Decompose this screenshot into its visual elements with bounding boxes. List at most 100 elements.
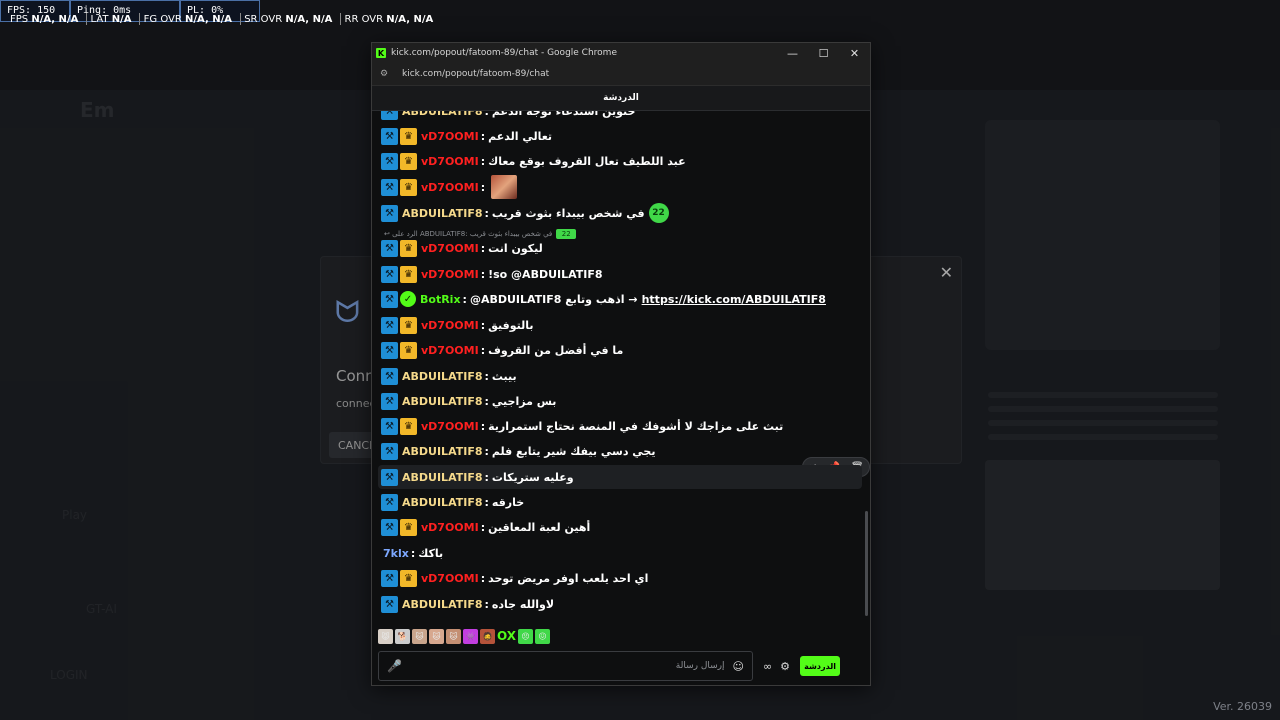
moderator-badge-icon: ⚒ [381,367,398,385]
chat-message[interactable]: ⚒ ♛ vD7OOMI: ما في أفضل من القروف [378,338,862,362]
site-settings-icon[interactable]: ⚙ [378,68,390,80]
chat-message-text: أهين لعبة المعاقين [488,520,591,534]
chat-message[interactable]: ⚒ ♛ vD7OOMI: عبد اللطيف تعال القروف بوقع مع… [378,149,862,173]
quick-emote[interactable]: 😖 [535,628,551,644]
crown-badge-icon: ♛ [400,341,417,359]
settings-gear-icon[interactable]: ⚙ [780,660,790,673]
chat-message-text: وعليه ستريكات [491,470,574,484]
username-separator: : [484,369,489,383]
hud-stat-value: N/A [111,14,132,25]
chat-username[interactable]: 7klx [383,547,409,560]
quick-emote[interactable]: 😾 [378,628,393,644]
chat-popout-window: K kick.com/popout/fatoom-89/chat - Googl… [371,42,871,686]
quick-emote[interactable]: 🐱 [429,628,444,644]
quick-emote[interactable]: 😣 [518,628,534,644]
chat-message[interactable]: ⚒ ♛ vD7OOMI: اي احد يلعب اوفر مريض توحد [378,566,862,590]
chat-username[interactable]: vD7OOMI [421,521,479,534]
chat-username[interactable]: ABDUILATIF8 [402,370,483,383]
chat-message[interactable]: ⚒ ABDUILATIF8: خنوين استدعاء توجه الدعم [378,111,862,123]
quick-emote[interactable]: 🧔 [480,628,495,644]
chat-username[interactable]: ABDUILATIF8 [402,111,483,118]
chat-username[interactable]: vD7OOMI [421,242,479,255]
emoji-picker-icon[interactable]: ☺ [733,660,744,673]
chat-message[interactable]: ⚒ ♛ vD7OOMI: تبث على مزاجك لا أشوفك في المن… [378,414,862,438]
username-separator: : [480,129,486,143]
username-separator: : [484,444,489,458]
moderator-badge-icon: ⚒ [381,518,398,536]
chat-message-text: يجي دسي بيفك شير يتابع فلم [491,444,656,458]
chat-message-text: ليكون انت [488,241,543,255]
chat-username[interactable]: ABDUILATIF8 [402,445,483,458]
moderator-badge-icon: ⚒ [381,204,398,222]
chat-message[interactable]: ⚒ ABDUILATIF8: بس مزاجيي [378,389,862,413]
chat-message-link[interactable]: https://kick.com/ABDUILATIF8 [642,293,826,306]
chat-message[interactable]: ⚒ ♛ vD7OOMI: ليكون انت [378,236,862,260]
chat-message-input[interactable]: 🎤 إرسال رسالة ☺ [378,651,753,681]
chat-username[interactable]: vD7OOMI [421,572,479,585]
chat-message[interactable]: ⚒ ♛ vD7OOMI: بالتوفيق [378,313,862,337]
microphone-icon[interactable]: 🎤 [387,659,402,673]
chat-message[interactable]: ⚒ ✓ BotRix: @ABDUILATIF8 اذهب وتابع → https:… [378,287,862,311]
username-separator: : [480,180,486,194]
username-separator: : [484,206,489,220]
chat-username[interactable]: vD7OOMI [421,344,479,357]
quick-emote[interactable]: 👾 [463,628,478,644]
chat-username[interactable]: vD7OOMI [421,155,479,168]
chat-message-text: بس مزاجيي [491,394,557,408]
chat-message[interactable]: ⚒ ♛ vD7OOMI: [378,175,862,199]
moderator-badge-icon: ⚒ [381,392,398,410]
chat-message-text: !so @ABDUILATIF8 [488,267,603,281]
chat-username[interactable]: vD7OOMI [421,319,479,332]
username-separator: : [480,343,486,357]
chat-message-text: لاوالله جاده [491,597,555,611]
chat-message[interactable]: ⚒ ♛ vD7OOMI: أهين لعبة المعاقين [378,515,862,539]
chat-message[interactable]: ⚒ ABDUILATIF8: في شخص بيبداء بثوث قريب 22 [378,201,862,225]
quick-emote[interactable]: 🐕 [395,628,410,644]
quick-emote[interactable]: 🐱 [446,628,461,644]
crown-badge-icon: ♛ [400,239,417,257]
quick-emote[interactable]: OX [497,629,516,644]
hud-stat-label: SR OVR [244,14,283,25]
chat-username[interactable]: vD7OOMI [421,181,479,194]
address-bar[interactable]: ⚙ kick.com/popout/fatoom-89/chat [372,63,870,86]
close-window-button[interactable]: ✕ [839,43,870,63]
chat-messages[interactable]: ↩ الرد على ABDUILATIF8: في شخص بيبداء بث… [372,111,870,625]
username-separator: : [410,546,416,560]
chat-username[interactable]: ABDUILATIF8 [402,207,483,220]
hud-stat-value: N/A, N/A [386,14,434,25]
chat-message[interactable]: ⚒ ABDUILATIF8: خارقه [378,490,862,514]
chat-message[interactable]: ⚒ ABDUILATIF8: بيبث [378,364,862,388]
chat-username[interactable]: ABDUILATIF8 [402,496,483,509]
hud-stat-label: FPS [10,14,29,25]
chat-message-text: @ABDUILATIF8 اذهب وتابع → [469,292,638,306]
hud-stat-value: N/A, N/A [285,14,333,25]
chat-message-text: باكك [418,546,444,560]
chat-scrollbar[interactable] [865,511,868,616]
chat-username[interactable]: vD7OOMI [421,268,479,281]
hud-stat-value: N/A, N/A [185,14,232,25]
chat-username[interactable]: ABDUILATIF8 [402,395,483,408]
chat-message[interactable]: ⚒ ABDUILATIF8: وعليه ستريكات [378,465,862,489]
chat-message-text: عبد اللطيف تعال القروف بوقع معاك [488,154,686,168]
chat-username[interactable]: ABDUILATIF8 [402,598,483,611]
chat-username[interactable]: vD7OOMI [421,420,479,433]
send-chat-button[interactable]: الدردشة [800,656,841,676]
chat-message[interactable]: ⚒ ♛ vD7OOMI: !so @ABDUILATIF8 [378,262,862,286]
chat-message[interactable]: 7klx: باكك [378,541,862,565]
chat-message[interactable]: ⚒ ♛ vD7OOMI: تعالي الدعم [378,124,862,148]
username-separator: : [484,470,489,484]
minimize-button[interactable]: — [777,43,808,63]
window-titlebar[interactable]: K kick.com/popout/fatoom-89/chat - Googl… [372,43,870,63]
maximize-button[interactable]: ☐ [808,43,839,63]
chat-username[interactable]: ABDUILATIF8 [402,471,483,484]
address-url: kick.com/popout/fatoom-89/chat [402,69,550,79]
chat-message[interactable]: ⚒ ABDUILATIF8: لاوالله جاده [378,592,862,616]
window-title: kick.com/popout/fatoom-89/chat - Google … [391,48,617,58]
username-separator: : [480,520,486,534]
username-separator: : [462,292,467,306]
quick-emote[interactable]: 🐱 [412,628,427,644]
chat-username[interactable]: vD7OOMI [421,130,479,143]
chat-message[interactable]: ⚒ ABDUILATIF8: يجي دسي بيفك شير يتابع فلم [378,439,862,463]
infinity-icon[interactable]: ∞ [763,660,772,673]
chat-username[interactable]: BotRix [420,293,461,306]
